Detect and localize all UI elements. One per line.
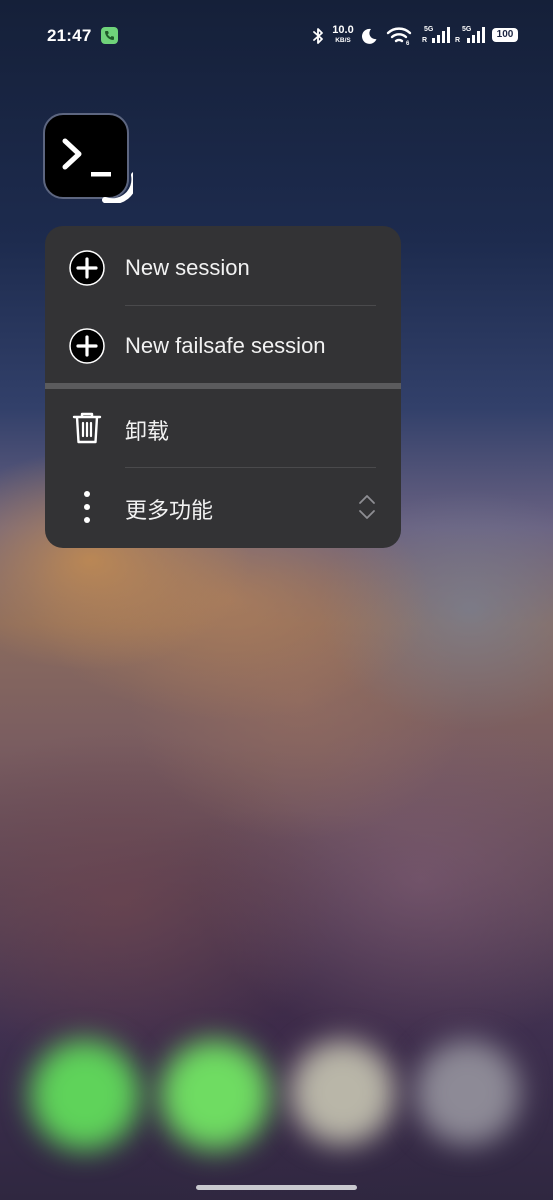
bluetooth-icon [313,28,323,44]
net-speed-value: 10.0 [332,24,354,36]
menu-item-label: New session [125,255,250,280]
menu-item-label: New failsafe session [125,333,326,358]
phone-app-icon[interactable] [30,1040,140,1150]
signal-icon [467,27,485,43]
settings-app-icon[interactable] [415,1040,520,1145]
home-indicator[interactable] [196,1185,357,1190]
call-icon [101,27,118,44]
net-speed: 10.0 KB/S [330,25,356,45]
net-speed-unit: KB/S [335,37,351,44]
menu-item-label: 更多功能 [125,498,214,523]
svg-text:6: 6 [406,41,410,46]
battery-icon: 100 [492,28,518,42]
roaming-2-label: R [455,37,461,44]
chevron-updown-icon [359,495,375,519]
menu-item-more-features[interactable]: 更多功能 [45,468,401,548]
menu-item-label: 卸载 [125,419,170,444]
clock: 21:47 [47,26,92,45]
roaming-1-label: R [422,37,428,44]
terminal-app-icon[interactable] [41,111,133,203]
messages-app-icon[interactable] [160,1040,270,1150]
trash-icon [72,412,102,444]
menu-item-uninstall[interactable]: 卸载 [45,389,401,467]
badge-ring-icon [102,172,133,203]
signal-icon [432,27,450,43]
more-vertical-icon [84,491,90,523]
plus-circle-icon [69,328,105,364]
menu-item-new-session[interactable]: New session [45,226,401,305]
camera-app-icon[interactable] [290,1040,395,1145]
plus-circle-icon [69,250,105,286]
context-menu: New session New failsafe session 卸载 更多功能 [45,226,401,548]
wifi-icon: 6 [386,27,412,46]
status-bar: 21:47 10.0 KB/S 6 5G R 5G R 100 [0,0,553,70]
menu-item-new-failsafe-session[interactable]: New failsafe session [45,306,401,383]
moon-icon [361,28,377,44]
